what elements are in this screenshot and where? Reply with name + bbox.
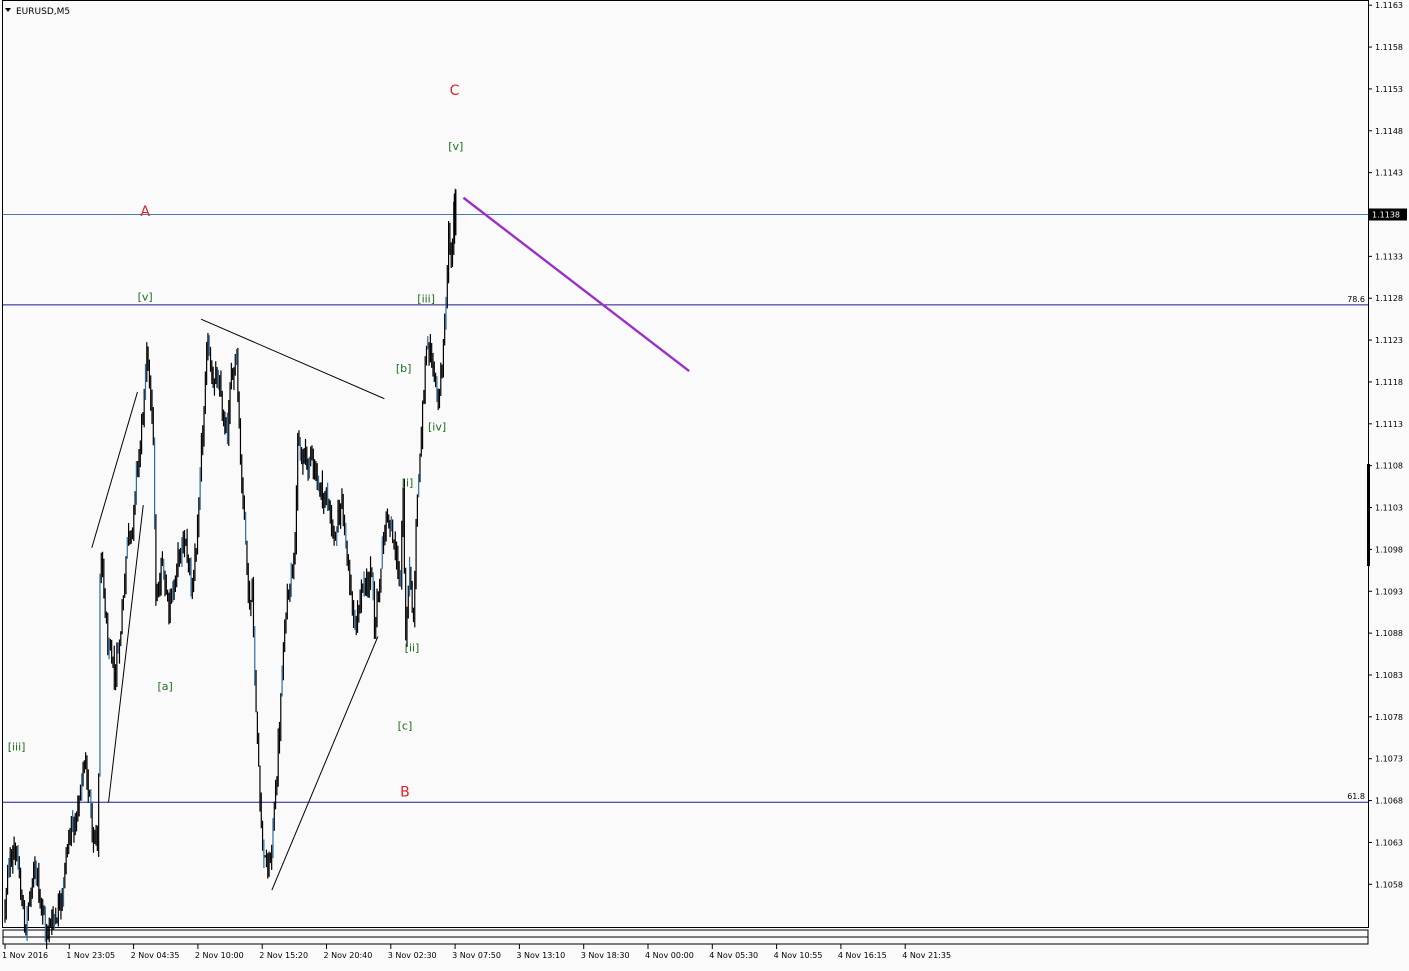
y-tick-label: 1.1128 (1375, 294, 1403, 303)
x-tick-label: 2 Nov 15:20 (259, 951, 308, 960)
wave-label-minor: [iv] (428, 421, 446, 434)
y-tick-label: 1.1073 (1375, 755, 1403, 764)
wave-label-minor: [i] (402, 477, 414, 490)
y-tick-label: 1.1068 (1375, 797, 1403, 806)
y-tick-label: 1.1143 (1375, 169, 1403, 178)
wave-label-minor: [iii] (8, 740, 26, 753)
x-tick-label: 4 Nov 16:15 (838, 951, 887, 960)
y-tick-label: 1.1113 (1375, 420, 1403, 429)
wave-label-minor: [c] (398, 719, 413, 732)
y-tick-label: 1.1093 (1375, 587, 1403, 596)
y-tick-label: 1.1063 (1375, 838, 1403, 847)
x-tick-label: 1 Nov 2016 (2, 951, 48, 960)
chart-background (0, 0, 1409, 967)
price-chart[interactable]: 78.6 61.8 A B C [iii] [v] [a] [b] [c] [i] [ii] [iii… (0, 0, 1409, 967)
chart-window[interactable]: 78.6 61.8 A B C [iii] [v] [a] [b] [c] [i] [ii] [iii… (0, 0, 1409, 967)
x-tick-label: 2 Nov 10:00 (195, 951, 244, 960)
wave-label-minor: [a] (157, 680, 172, 693)
y-tick-label: 1.1078 (1375, 713, 1403, 722)
y-tick-label: 1.1118 (1375, 378, 1403, 387)
y-tick-label: 1.1163 (1375, 1, 1403, 10)
x-tick-label: 1 Nov 23:05 (66, 951, 115, 960)
window-title: EURUSD,M5 (16, 7, 70, 17)
x-tick-label: 4 Nov 10:55 (774, 951, 823, 960)
wave-label-major: B (400, 784, 410, 800)
wave-label-major: A (140, 204, 150, 220)
y-tick-label: 1.1083 (1375, 671, 1403, 680)
y-tick-label: 1.1148 (1375, 127, 1403, 136)
wave-label-minor: [v] (448, 140, 463, 153)
x-tick-label: 2 Nov 20:40 (324, 951, 373, 960)
x-tick-label: 3 Nov 13:10 (516, 951, 565, 960)
x-tick-label: 4 Nov 05:30 (709, 951, 758, 960)
fib-level-label: 78.6 (1347, 295, 1365, 304)
current-price-label: 1.1138 (1372, 210, 1400, 219)
x-tick-label: 3 Nov 02:30 (388, 951, 437, 960)
x-tick-label: 3 Nov 18:30 (581, 951, 630, 960)
y-tick-label: 1.1108 (1375, 462, 1403, 471)
y-tick-label: 1.1133 (1375, 252, 1403, 261)
x-tick-label: 2 Nov 04:35 (131, 951, 180, 960)
wave-label-minor: [v] (138, 291, 153, 304)
fib-level-label: 61.8 (1347, 792, 1365, 801)
wave-label-minor: [b] (396, 362, 412, 375)
wave-label-major: C (450, 83, 460, 99)
wave-label-minor: [iii] (417, 292, 435, 305)
y-tick-label: 1.1123 (1375, 336, 1403, 345)
y-tick-label: 1.1098 (1375, 545, 1403, 554)
y-tick-label: 1.1088 (1375, 629, 1403, 638)
y-tick-label: 1.1158 (1375, 43, 1403, 52)
x-tick-label: 4 Nov 21:35 (902, 951, 951, 960)
x-tick-label: 4 Nov 00:00 (645, 951, 694, 960)
wave-label-minor: [ii] (405, 642, 420, 655)
y-tick-label: 1.1103 (1375, 504, 1403, 513)
y-tick-label: 1.1058 (1375, 880, 1403, 889)
y-tick-label: 1.1153 (1375, 85, 1403, 94)
price-scale-marker (1367, 464, 1370, 566)
x-tick-label: 3 Nov 07:50 (452, 951, 501, 960)
